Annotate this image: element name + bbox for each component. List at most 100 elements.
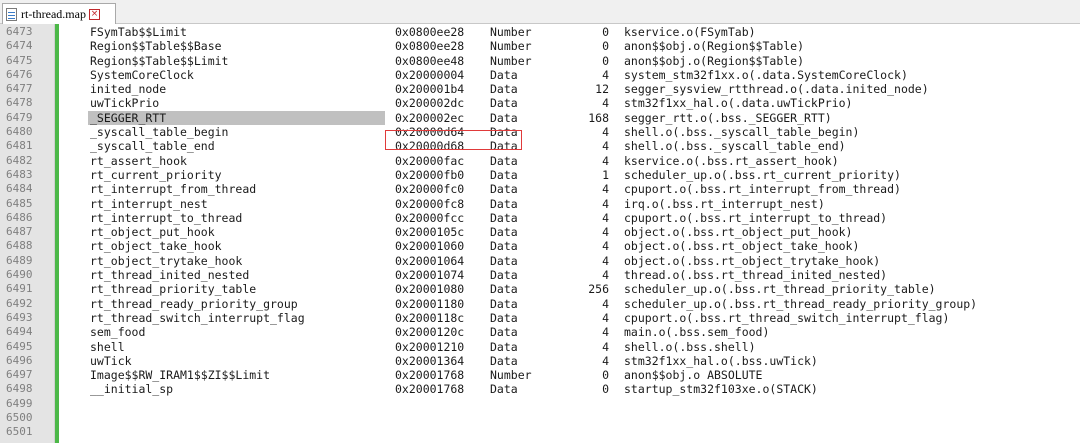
line-number: 6491: [6, 282, 33, 296]
object-section: scheduler_up.o(.bss.rt_thread_ready_prio…: [624, 296, 978, 311]
symbol-type: Number: [490, 39, 532, 54]
code-line[interactable]: 6477 inited_node 0x200001b4 Data 12 segger_sy…: [0, 82, 1080, 96]
line-number: 6475: [6, 53, 33, 67]
tab-rt-thread-map[interactable]: rt-thread.map ×: [2, 3, 116, 24]
object-section: object.o(.bss.rt_object_take_hook): [624, 239, 860, 254]
code-line[interactable]: 6485 rt_interrupt_nest 0x20000fc8 Data 4 irq.…: [0, 197, 1080, 211]
object-section: object.o(.bss.rt_object_put_hook): [624, 225, 853, 240]
code-line[interactable]: 6489 rt_object_trytake_hook 0x20001064 Data…: [0, 254, 1080, 268]
line-number: 6481: [6, 139, 33, 153]
line-number: 6485: [6, 196, 33, 210]
code-line[interactable]: 6479 _SEGGER_RTT 0x200002ec Data 168 segger_r…: [0, 110, 1080, 126]
symbol-type: Data: [490, 82, 518, 97]
symbol-type: Data: [490, 253, 518, 268]
code-line[interactable]: 6482 rt_assert_hook 0x20000fac Data 4 kservic…: [0, 154, 1080, 168]
line-number: 6484: [6, 182, 33, 196]
code-line[interactable]: 6498 __initial_sp 0x20001768 Data 0 startup_s…: [0, 382, 1080, 396]
symbol-type: Data: [490, 167, 518, 182]
symbol-address: 0x20001210: [395, 339, 465, 354]
symbol-size: 0: [602, 382, 609, 397]
symbol-type: Data: [490, 325, 518, 340]
close-icon[interactable]: ×: [88, 8, 100, 20]
tab-label: rt-thread.map: [21, 6, 86, 21]
symbol-name: _SEGGER_RTT: [90, 110, 167, 125]
code-line[interactable]: 6499: [0, 397, 1080, 411]
object-section: cpuport.o(.bss.rt_thread_switch_interrup…: [624, 310, 950, 325]
line-number: 6486: [6, 210, 33, 224]
code-line[interactable]: 6491 rt_thread_priority_table 0x20001080 Da…: [0, 282, 1080, 296]
symbol-address: 0x2000105c: [395, 225, 465, 240]
code-line[interactable]: 6497 Image$$RW_IRAM1$$ZI$$Limit 0x20001768…: [0, 368, 1080, 382]
symbol-size: 12: [595, 82, 609, 97]
symbol-size: 0: [602, 53, 609, 68]
symbol-type: Data: [490, 182, 518, 197]
symbol-name: rt_current_priority: [90, 167, 222, 182]
code-line[interactable]: 6480 _syscall_table_begin 0x20000d64 Data 4 s…: [0, 125, 1080, 139]
symbol-address: 0x200002ec: [395, 110, 465, 125]
symbol-size: 4: [602, 182, 609, 197]
symbol-size: 4: [602, 253, 609, 268]
symbol-type: Data: [490, 67, 518, 82]
symbol-name: rt_interrupt_to_thread: [90, 210, 243, 225]
symbol-size: 4: [602, 210, 609, 225]
symbol-address: 0x2000118c: [395, 310, 465, 325]
line-number: 6478: [6, 96, 33, 110]
object-section: shell.o(.bss._syscall_table_begin): [624, 125, 860, 140]
symbol-type: Data: [490, 110, 518, 125]
code-line[interactable]: 6473 FSymTab$$Limit 0x0800ee28 Number 0 kserv…: [0, 25, 1080, 39]
symbol-name: FSymTab$$Limit: [90, 25, 187, 39]
line-number: 6501: [6, 425, 33, 439]
symbol-name: inited_node: [90, 82, 167, 97]
symbol-name: __initial_sp: [90, 382, 174, 397]
code-line[interactable]: 6492 rt_thread_ready_priority_group 0x2000…: [0, 297, 1080, 311]
code-line[interactable]: 6486 rt_interrupt_to_thread 0x20000fcc Data…: [0, 211, 1080, 225]
line-number: 6496: [6, 353, 33, 367]
symbol-size: 256: [588, 282, 609, 297]
line-number: 6480: [6, 125, 33, 139]
symbol-name: uwTickPrio: [90, 96, 160, 111]
code-line[interactable]: 6493 rt_thread_switch_interrupt_flag 0x200…: [0, 311, 1080, 325]
code-line[interactable]: 6494 sem_food 0x2000120c Data 4 main.o(.bss.s…: [0, 325, 1080, 339]
code-line[interactable]: 6474 Region$$Table$$Base 0x0800ee28 Number 0…: [0, 39, 1080, 53]
code-line[interactable]: 6476 SystemCoreClock 0x20000004 Data 4 system…: [0, 68, 1080, 82]
line-number: 6495: [6, 339, 33, 353]
code-line[interactable]: 6495 shell 0x20001210 Data 4 shell.o(.bss.she…: [0, 340, 1080, 354]
symbol-name: Region$$Table$$Base: [90, 39, 222, 54]
code-line[interactable]: 6487 rt_object_put_hook 0x2000105c Data 4 obj…: [0, 225, 1080, 239]
symbol-size: 4: [602, 268, 609, 283]
object-section: stm32f1xx_hal.o(.data.uwTickPrio): [624, 96, 853, 111]
line-number: 6494: [6, 325, 33, 339]
code-line[interactable]: 6490 rt_thread_inited_nested 0x20001074 Dat…: [0, 268, 1080, 282]
symbol-address: 0x20001064: [395, 253, 465, 268]
symbol-address: 0x20001768: [395, 368, 465, 383]
symbol-size: 4: [602, 310, 609, 325]
line-number: 6487: [6, 225, 33, 239]
tab-bar: rt-thread.map ×: [0, 0, 1080, 24]
symbol-name: rt_thread_ready_priority_group: [90, 296, 298, 311]
code-line[interactable]: 6478 uwTickPrio 0x200002dc Data 4 stm32f1xx_h…: [0, 96, 1080, 110]
code-line[interactable]: 6496 uwTick 0x20001364 Data 4 stm32f1xx_hal.o…: [0, 354, 1080, 368]
symbol-address: 0x0800ee28: [395, 39, 465, 54]
code-line[interactable]: 6484 rt_interrupt_from_thread 0x20000fc0 Da…: [0, 182, 1080, 196]
editor-area[interactable]: 6473 FSymTab$$Limit 0x0800ee28 Number 0 kserv…: [0, 24, 1080, 443]
line-number: 6483: [6, 167, 33, 181]
symbol-address: 0x200001b4: [395, 82, 465, 97]
line-number: 6479: [6, 110, 33, 124]
code-line[interactable]: 6481 _syscall_table_end 0x20000d68 Data 4 she…: [0, 139, 1080, 153]
symbol-address: 0x20000fc0: [395, 182, 465, 197]
symbol-name: _syscall_table_begin: [90, 125, 229, 140]
code-line[interactable]: 6501: [0, 425, 1080, 439]
file-icon: [6, 7, 17, 21]
symbol-name: _syscall_table_end: [90, 139, 215, 154]
symbol-size: 4: [602, 325, 609, 340]
object-section: main.o(.bss.sem_food): [624, 325, 770, 340]
code-line[interactable]: 6483 rt_current_priority 0x20000fb0 Data 1 sc…: [0, 168, 1080, 182]
symbol-address: 0x20000004: [395, 67, 465, 82]
code-line[interactable]: 6500: [0, 411, 1080, 425]
code-line[interactable]: 6475 Region$$Table$$Limit 0x0800ee48 Number…: [0, 54, 1080, 68]
symbol-address: 0x0800ee28: [395, 25, 465, 39]
code-line[interactable]: 6488 rt_object_take_hook 0x20001060 Data 4 ob…: [0, 239, 1080, 253]
symbol-size: 4: [602, 353, 609, 368]
symbol-size: 0: [602, 368, 609, 383]
line-number: 6488: [6, 239, 33, 253]
